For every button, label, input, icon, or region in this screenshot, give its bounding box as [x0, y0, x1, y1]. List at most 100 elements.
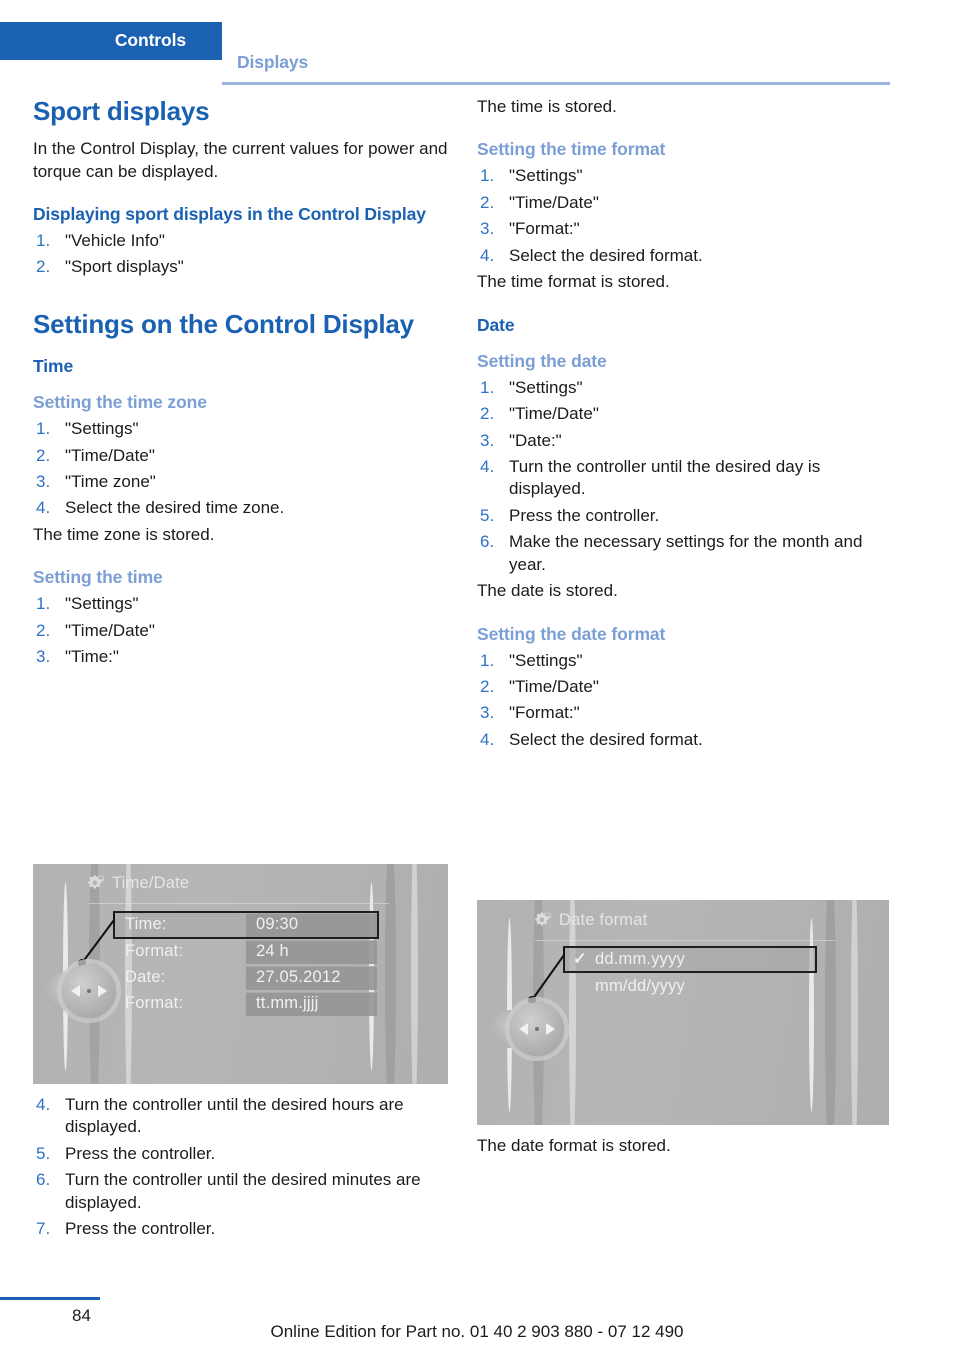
date-format-result: The date format is stored. [477, 1136, 671, 1155]
list-item: "Time zone" [36, 471, 156, 494]
footer-divider [0, 1297, 100, 1300]
gear-icon [86, 874, 104, 891]
list-item: "Vehicle Info" [36, 230, 165, 253]
menu-row-label: Time: [125, 915, 167, 933]
arrow-right-icon [546, 1023, 555, 1035]
list-item: "Time/Date" [480, 192, 599, 215]
heading-date: Date [477, 314, 515, 335]
list-item: "Time/Date" [36, 620, 155, 643]
arrow-right-icon [98, 985, 107, 997]
right-column-continued: The date format is stored. [477, 1135, 895, 1161]
arrow-left-icon [519, 1023, 528, 1035]
knob-center-dot [535, 1027, 539, 1031]
tab-controls-label: Controls [114, 30, 186, 50]
list-item: Turn the controller until the desired ho… [36, 1094, 404, 1137]
list-item: Press the controller. [480, 505, 660, 528]
decor-band-left [569, 900, 576, 1125]
list-item: Select the desired format. [480, 245, 703, 268]
list-item: "Settings" [480, 650, 583, 673]
list-item: "Settings" [36, 418, 139, 441]
setting-time-steps-before: "Settings" "Time/Date" "Time:" [33, 593, 451, 669]
sport-displays-intro: In the Control Display, the current valu… [33, 139, 448, 181]
heading-setting-the-date-format: Setting the date format [477, 623, 666, 644]
page-title-settings-control-display: Settings on the Control Display [33, 308, 414, 339]
setting-date-steps: "Settings" "Time/Date" "Date:" Turn the … [477, 377, 895, 577]
time-date-screen-image: Time/Date Time: 09:30 Format: 24 h Date:… [33, 864, 448, 1084]
decor-band-right [411, 864, 418, 1084]
heading-displaying-sport-displays: Displaying sport displays in the Control… [33, 204, 426, 225]
list-item: "Format:" [480, 702, 580, 725]
list-item: Press the controller. [36, 1143, 216, 1166]
list-item: "Time/Date" [480, 676, 599, 699]
menu-row-label[interactable]: Format: [125, 994, 183, 1013]
list-item: Press the controller. [36, 1218, 216, 1241]
heading-time: Time [33, 356, 74, 377]
list-item: "Settings" [36, 593, 139, 616]
heading-setting-the-time: Setting the time [33, 567, 163, 588]
right-column: The time is stored. Setting the time for… [477, 96, 895, 755]
left-column: Sport displays In the Control Display, t… [33, 96, 451, 673]
list-item: "Time:" [36, 646, 119, 669]
footer-edition-note: Online Edition for Part no. 01 40 2 903 … [270, 1322, 684, 1341]
list-item: Select the desired time zone. [36, 497, 285, 520]
setting-date-result: The date is stored. [477, 581, 618, 601]
tab-displays[interactable]: Displays [237, 52, 308, 73]
option-label: dd.mm.yyyy [595, 950, 686, 968]
screen-title-divider [89, 903, 389, 904]
controller-knob[interactable] [510, 1002, 564, 1056]
list-item: Select the desired format. [480, 729, 703, 752]
knob-center-dot [87, 989, 91, 993]
screen-title: Date format [559, 911, 648, 929]
decor-band-dark-right [825, 900, 836, 1125]
date-format-screen-image: Date format ✓ dd.mm.yyyy mm/dd/yyyy [477, 900, 889, 1125]
controller-knob[interactable] [62, 964, 116, 1018]
decor-band-right [851, 900, 858, 1125]
screen-title-divider [535, 940, 835, 941]
sport-displays-steps: "Vehicle Info" "Sport displays" [33, 230, 451, 279]
list-item: "Time/Date" [36, 445, 155, 468]
option-label[interactable]: mm/dd/yyyy [595, 977, 685, 996]
heading-setting-the-time-format: Setting the time format [477, 139, 666, 160]
date-format-steps: "Settings" "Time/Date" "Format:" Select … [477, 650, 895, 752]
tab-controls[interactable]: Controls [0, 22, 222, 60]
menu-row-value: 27.05.2012 [256, 968, 341, 986]
list-item: "Settings" [480, 165, 583, 188]
setting-time-steps-after: Turn the controller until the desired ho… [33, 1094, 451, 1241]
menu-row-label[interactable]: Date: [125, 968, 165, 987]
list-item: "Format:" [480, 218, 580, 241]
time-zone-result: The time zone is stored. [33, 524, 215, 544]
left-column-continued: Turn the controller until the desired ho… [33, 1094, 451, 1245]
page-header: Controls Displays [0, 22, 954, 85]
menu-row-value: tt.mm.jjjj [256, 994, 319, 1012]
time-format-result: The time format is stored. [477, 272, 670, 292]
list-item: "Settings" [480, 377, 583, 400]
arrow-left-icon [71, 985, 80, 997]
checkmark-icon: ✓ [573, 950, 588, 968]
list-item: "Sport displays" [36, 256, 184, 279]
list-item: Turn the controller until the desired da… [480, 456, 821, 499]
menu-row-value: 09:30 [256, 915, 299, 933]
menu-row-label[interactable]: Format: [125, 942, 183, 961]
list-item: "Date:" [480, 430, 562, 453]
list-item: Turn the controller until the desired mi… [36, 1169, 421, 1212]
time-stored-result: The time is stored. [477, 97, 617, 116]
screen-title: Time/Date [112, 874, 190, 892]
header-divider [222, 82, 890, 85]
gear-icon [533, 911, 551, 928]
heading-setting-the-time-zone: Setting the time zone [33, 392, 207, 413]
time-format-steps: "Settings" "Time/Date" "Format:" Select … [477, 165, 895, 267]
time-zone-steps: "Settings" "Time/Date" "Time zone" Selec… [33, 418, 451, 520]
page-title-sport-displays: Sport displays [33, 96, 210, 126]
decor-band-dark-right [385, 864, 396, 1084]
list-item: Make the necessary settings for the mont… [480, 531, 863, 574]
heading-setting-the-date: Setting the date [477, 350, 607, 371]
list-item: "Time/Date" [480, 403, 599, 426]
